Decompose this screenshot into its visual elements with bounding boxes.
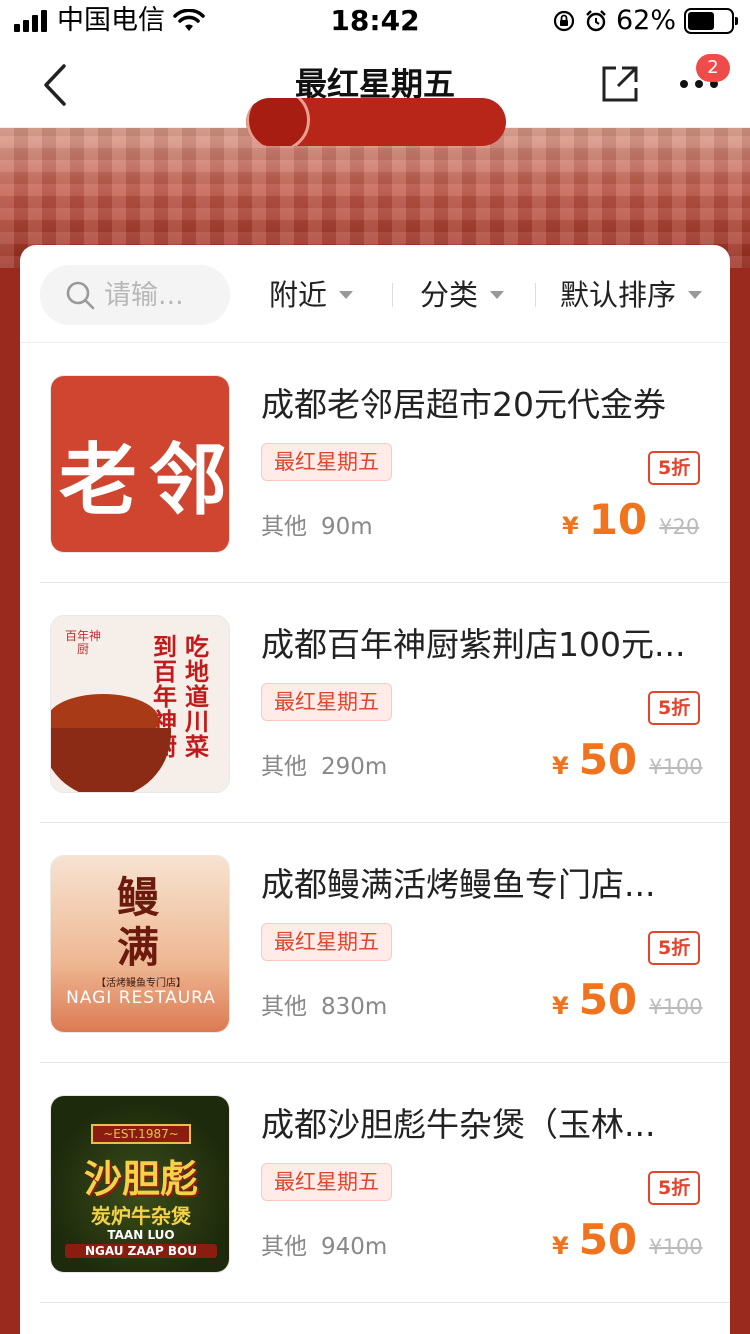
thumb-english: NGAU ZAAP BOU (65, 1244, 217, 1258)
shadanbiao-logo-image: ~EST.1987~ 沙胆彪 炭炉牛杂煲 TAAN LUO NGAU ZAAP … (51, 1096, 229, 1272)
thumb-english: TAAN LUO (107, 1228, 175, 1242)
deal-item[interactable]: 老 邻 成都老邻居超市20元代金券 最红星期五 其他 90m 5折 ¥ 10 ¥2… (40, 343, 730, 583)
currency-symbol: ¥ (562, 512, 579, 540)
deal-price: ¥ 50 ¥100 (552, 735, 703, 784)
caret-down-icon (490, 291, 505, 299)
banner-button[interactable] (246, 98, 506, 146)
deal-distance: 90m (321, 514, 373, 540)
deal-list-card: 附近 分类 默认排序 老 邻 成都老邻居超市20元代金券 最红星期五 其他 90m… (20, 245, 730, 1334)
discount-badge: 5折 (648, 931, 701, 965)
share-button[interactable] (598, 62, 642, 106)
price-value: 10 (588, 495, 648, 544)
deal-category: 其他 (261, 754, 307, 780)
deal-tag: 最红星期五 (261, 923, 392, 961)
battery-icon (684, 8, 738, 34)
deal-thumbnail: 老 邻 (50, 375, 230, 553)
price-value: 50 (578, 1215, 638, 1264)
filter-divider (392, 283, 393, 307)
original-price: ¥20 (659, 515, 700, 539)
deal-title: 成都沙胆彪牛杂煲（玉林... (261, 1105, 656, 1144)
status-bar: 中国电信 18:42 62% (0, 0, 750, 42)
thumb-text: 吃地道川菜 (185, 632, 209, 761)
filter-nearby[interactable]: 附近 (269, 275, 354, 315)
deal-title: 成都百年神厨紫荆店100元... (261, 625, 686, 664)
original-price: ¥100 (649, 995, 703, 1019)
thumb-text: 沙胆彪 (83, 1156, 198, 1201)
deal-thumbnail: 百年神厨 吃地道川菜 到百年神厨 (50, 615, 230, 793)
discount-badge: 5折 (648, 691, 701, 725)
currency-symbol: ¥ (552, 1232, 569, 1260)
currency-symbol: ¥ (552, 752, 569, 780)
filter-divider (535, 283, 536, 307)
search-box[interactable] (40, 265, 230, 325)
deal-distance: 830m (321, 994, 388, 1020)
bainian-logo: 百年神厨 (64, 629, 101, 656)
original-price: ¥100 (649, 1235, 703, 1259)
search-input[interactable] (104, 279, 224, 311)
thumb-text: 老 (59, 435, 138, 526)
deal-meta: 其他 830m (261, 991, 387, 1023)
deal-item[interactable]: 鳗 满 【活烤鳗鱼专门店】 NAGI RESTAURA 成都鳗满活烤鳗鱼专门店.… (40, 823, 730, 1063)
thumb-est: ~EST.1987~ (91, 1124, 191, 1144)
thumb-text: 邻 (149, 435, 228, 526)
manman-logo-image: 鳗 满 【活烤鳗鱼专门店】 NAGI RESTAURA (51, 856, 229, 1032)
caret-down-icon (688, 291, 703, 299)
filter-bar: 附近 分类 默认排序 (20, 245, 730, 343)
status-right: 62% (552, 5, 738, 36)
deal-category: 其他 (261, 514, 307, 540)
deal-item[interactable]: ~EST.1987~ 沙胆彪 炭炉牛杂煲 TAAN LUO NGAU ZAAP … (40, 1063, 730, 1303)
deal-thumbnail: ~EST.1987~ 沙胆彪 炭炉牛杂煲 TAAN LUO NGAU ZAAP … (50, 1095, 230, 1273)
deal-price: ¥ 50 ¥100 (552, 975, 703, 1024)
deal-meta: 其他 940m (261, 1231, 387, 1263)
rotation-lock-icon (553, 10, 575, 32)
filter-nearby-label: 附近 (269, 278, 328, 312)
laolin-logo-image: 老 邻 (51, 376, 229, 552)
discount-badge: 5折 (648, 451, 701, 485)
search-icon (66, 281, 95, 310)
deal-meta: 其他 290m (261, 751, 387, 783)
original-price: ¥100 (649, 755, 703, 779)
deal-category: 其他 (261, 994, 307, 1020)
filter-category-label: 分类 (420, 278, 479, 312)
bainian-food-image: 百年神厨 吃地道川菜 到百年神厨 (51, 616, 229, 792)
filter-sort[interactable]: 默认排序 (560, 275, 703, 315)
filter-sort-label: 默认排序 (560, 278, 677, 312)
discount-badge: 5折 (648, 1171, 701, 1205)
deal-thumbnail: 鳗 满 【活烤鳗鱼专门店】 NAGI RESTAURA (50, 855, 230, 1033)
price-value: 50 (578, 975, 638, 1024)
deal-tag: 最红星期五 (261, 683, 392, 721)
deal-title: 成都鳗满活烤鳗鱼专门店... (261, 865, 656, 904)
notification-badge: 2 (696, 54, 730, 82)
deal-distance: 290m (321, 754, 388, 780)
deal-category: 其他 (261, 1234, 307, 1260)
banner-button-icon (246, 98, 310, 146)
deal-distance: 940m (321, 1234, 388, 1260)
alarm-icon (586, 10, 606, 32)
more-button[interactable]: 2 (676, 54, 730, 106)
deal-price: ¥ 10 ¥20 (562, 495, 699, 544)
price-value: 50 (578, 735, 638, 784)
bowl (51, 728, 171, 792)
deal-item[interactable]: 百年神厨 吃地道川菜 到百年神厨 成都百年神厨紫荆店100元... 最红星期五 … (40, 583, 730, 823)
deal-tag: 最红星期五 (261, 1163, 392, 1201)
deal-price: ¥ 50 ¥100 (552, 1215, 703, 1264)
thumb-subtext: 【活烤鳗鱼专门店】 (96, 978, 186, 989)
deal-title: 成都老邻居超市20元代金券 (261, 385, 666, 424)
caret-down-icon (339, 291, 354, 299)
currency-symbol: ¥ (552, 992, 569, 1020)
battery-percent: 62% (615, 5, 676, 36)
thumb-english: NAGI RESTAURA (66, 988, 216, 1008)
deal-meta: 其他 90m (261, 511, 373, 543)
filter-category[interactable]: 分类 (420, 275, 505, 315)
thumb-text: 满 (117, 923, 160, 972)
deal-tag: 最红星期五 (261, 443, 392, 481)
thumb-subtext: 炭炉牛杂煲 (91, 1204, 191, 1228)
